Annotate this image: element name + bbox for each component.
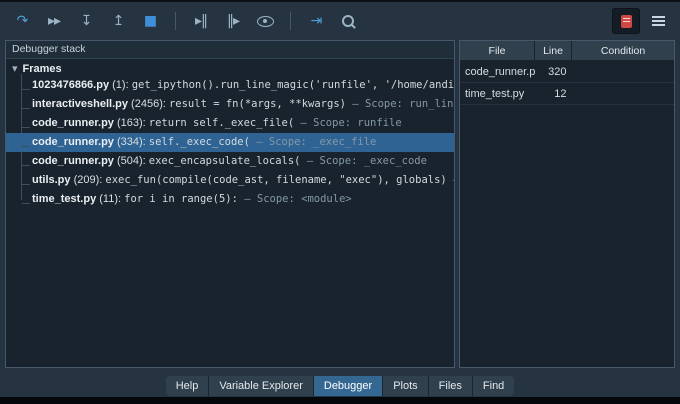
breakpoint-file: time_test.py	[460, 82, 535, 105]
run-from-line-button[interactable]: ‖▸	[219, 8, 247, 34]
frame-line-number: (2456):	[128, 98, 169, 110]
frame-scope: — Scope: _exec_file	[249, 136, 377, 148]
frame-row[interactable]: interactiveshell.py (2456): result = fn(…	[6, 95, 454, 114]
frame-filename: utils.py	[32, 174, 71, 186]
search-icon	[342, 15, 354, 27]
breakpoint-row[interactable]: code_runner.py 320	[460, 60, 674, 83]
search-button[interactable]	[334, 8, 362, 34]
frame-row[interactable]: 1023476866.py (1): get_ipython().run_lin…	[6, 76, 454, 95]
step-into-icon: ↧	[80, 13, 93, 29]
step-over-icon: ▸▸	[47, 13, 61, 29]
eye-button[interactable]	[251, 8, 279, 34]
frame-scope: — Scope: run_line_magic	[352, 98, 454, 110]
tab-find[interactable]: Find	[472, 376, 515, 396]
exit-debugger-button[interactable]: ⇥	[302, 8, 330, 34]
frame-code: self._exec_code(	[148, 136, 250, 148]
frame-filename: interactiveshell.py	[32, 98, 128, 110]
run-to-line-button[interactable]: ▸‖	[187, 8, 215, 34]
tab-help[interactable]: Help	[165, 376, 210, 396]
breakpoint-line: 320	[534, 60, 572, 83]
toolbar-separator	[290, 12, 291, 30]
frame-filename: code_runner.py	[32, 136, 114, 148]
breakpoint-row[interactable]: time_test.py 12	[460, 82, 674, 105]
breakpoint-condition	[571, 60, 674, 83]
frame-row[interactable]: utils.py (209): exec_fun(compile(code_as…	[6, 171, 454, 190]
column-header-line[interactable]: Line	[534, 41, 572, 61]
frame-scope: — Scope: <module>	[237, 193, 352, 205]
frame-filename: code_runner.py	[32, 117, 114, 129]
frame-row[interactable]: code_runner.py (163): return self._exec_…	[6, 114, 454, 133]
frame-code: result = fn(*args, **kwargs)	[168, 98, 346, 110]
eye-icon	[256, 15, 274, 27]
continue-button[interactable]: ↷	[8, 8, 36, 34]
frame-filename: 1023476866.py	[32, 79, 110, 91]
breakpoints-panel: File Line Condition code_runner.py 320 time_…	[459, 40, 675, 368]
step-return-button[interactable]: ↥	[104, 8, 132, 34]
breakpoint-file: code_runner.py	[460, 60, 535, 83]
frame-code: get_ipython().run_line_magic('runfile', …	[131, 79, 454, 91]
hamburger-menu-icon	[651, 20, 665, 22]
frame-scope: — Scope: runfile	[294, 117, 402, 129]
debug-file-button[interactable]	[612, 8, 640, 34]
debug-file-icon	[620, 14, 632, 28]
debugger-stack-panel: Debugger stack ▾ Frames 1023476866.py (1)…	[5, 40, 455, 368]
breakpoints-table: File Line Condition code_runner.py 320 time_…	[460, 41, 674, 105]
frame-row[interactable]: code_runner.py (504): exec_encapsulate_l…	[6, 152, 454, 171]
exit-debugger-icon: ⇥	[310, 13, 323, 29]
frame-code: exec_encapsulate_locals(	[148, 155, 301, 167]
step-return-icon: ↥	[112, 13, 125, 29]
frame-filename: time_test.py	[32, 193, 97, 205]
tab-debugger[interactable]: Debugger	[313, 376, 384, 396]
frame-line-number: (334):	[113, 136, 149, 148]
frame-scope: — Scope: exec_en	[447, 174, 454, 186]
frame-line-number: (504):	[113, 155, 149, 167]
frame-row[interactable]: time_test.py (11): for i in range(5): — …	[6, 190, 454, 209]
frame-code: exec_fun(compile(code_ast, filename, "ex…	[105, 174, 447, 186]
debugger-stack-title: Debugger stack	[6, 41, 454, 59]
frame-code: return self._exec_file(	[148, 117, 295, 129]
column-header-file[interactable]: File	[460, 41, 535, 61]
debug-toolbar: ↷ ▸▸ ↧ ↥ ■ ▸‖ ‖▸ ⇥	[0, 2, 680, 40]
step-into-button[interactable]: ↧	[72, 8, 100, 34]
tab-variable-explorer[interactable]: Variable Explorer	[209, 376, 314, 396]
stop-icon: ■	[143, 13, 157, 29]
tab-files[interactable]: Files	[428, 376, 473, 396]
window-bottom-edge	[0, 397, 680, 404]
run-from-line-icon: ‖▸	[226, 13, 240, 29]
hamburger-menu-button[interactable]	[644, 8, 672, 34]
debug-toolbar-right-group	[612, 8, 672, 34]
debug-toolbar-left-group: ↷ ▸▸ ↧ ↥ ■ ▸‖ ‖▸ ⇥	[8, 8, 362, 34]
breakpoint-condition	[571, 82, 674, 105]
frame-line-number: (1):	[109, 79, 132, 91]
breakpoints-header-row: File Line Condition	[460, 41, 674, 61]
column-header-condition[interactable]: Condition	[571, 41, 674, 61]
frames-tree-root[interactable]: ▾ Frames	[6, 59, 454, 76]
frame-line-number: (209):	[70, 174, 106, 186]
frame-line-number: (11):	[96, 193, 125, 205]
toolbar-separator	[175, 12, 176, 30]
frame-line-number: (163):	[113, 117, 149, 129]
frame-filename: code_runner.py	[32, 155, 114, 167]
breakpoint-line: 12	[534, 82, 572, 105]
frame-row[interactable]: code_runner.py (334): self._exec_code( —…	[6, 133, 454, 152]
bottom-tab-bar: Help Variable Explorer Debugger Plots Files F…	[0, 376, 680, 396]
step-over-button[interactable]: ▸▸	[40, 8, 68, 34]
run-to-line-icon: ▸‖	[194, 13, 208, 29]
frame-code: for i in range(5):	[124, 193, 238, 205]
main-content: Debugger stack ▾ Frames 1023476866.py (1)…	[0, 40, 680, 368]
frames-label: Frames	[22, 63, 62, 75]
stop-button[interactable]: ■	[136, 8, 164, 34]
frames-list: 1023476866.py (1): get_ipython().run_lin…	[6, 74, 454, 209]
tab-plots[interactable]: Plots	[383, 376, 429, 396]
frame-scope: — Scope: _exec_code	[300, 155, 427, 167]
chevron-down-icon: ▾	[12, 62, 18, 75]
continue-icon: ↷	[16, 13, 29, 29]
